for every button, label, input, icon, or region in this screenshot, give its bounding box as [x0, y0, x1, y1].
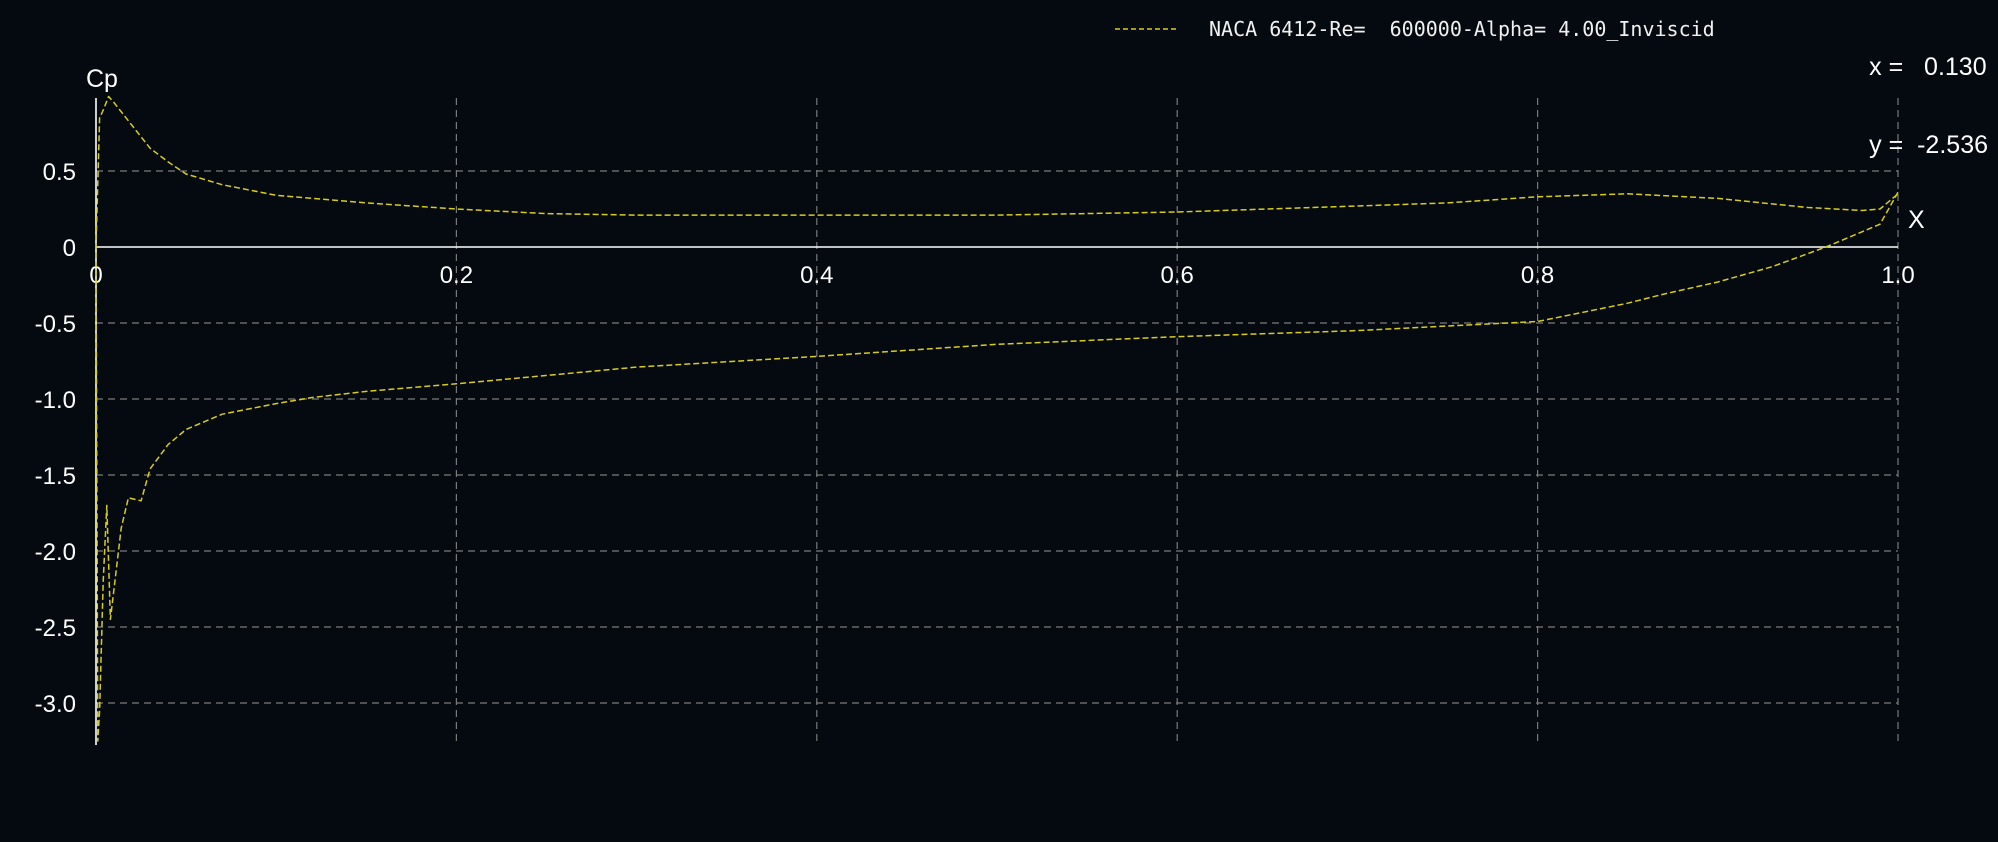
legend-label: NACA 6412-Re= 600000-Alpha= 4.00_Invisci… [1209, 17, 1715, 41]
x-tick-label: 0.8 [1521, 262, 1554, 289]
cp-series-line [95, 95, 1899, 742]
y-tick-label: 0.5 [43, 159, 76, 186]
y-tick-label: -1.5 [35, 463, 76, 490]
y-tick-label: -0.5 [35, 311, 76, 338]
legend: NACA 6412-Re= 600000-Alpha= 4.00_Invisci… [1115, 14, 1715, 44]
xfoil-cp-plot-window: 0 0.2 0.4 0.6 0.8 1.0 0.5 0 -0.5 -1.0 -1.5 -2.0 -2.5… [0, 0, 1998, 842]
y-tick-label: -2.5 [35, 615, 76, 642]
y-tick-label: -2.0 [35, 539, 76, 566]
x-tick-label: 0.2 [440, 262, 473, 289]
x-tick-label: 0.6 [1161, 262, 1194, 289]
x-axis-title: X [1908, 206, 1925, 234]
x-tick-label: 0.4 [800, 262, 833, 289]
y-tick-label: 0 [63, 235, 76, 262]
legend-swatch [1115, 28, 1177, 30]
y-tick-label: -3.0 [35, 691, 76, 718]
cursor-readout: x = 0.130 y = -2.536 [1869, 2, 1988, 210]
cursor-y-readout: y = -2.536 [1869, 131, 1988, 159]
cp-chart[interactable]: 0 0.2 0.4 0.6 0.8 1.00.50-0.5-1.0-1.5-2.0-2.5… [0, 0, 1998, 842]
y-axis-title: Cp [86, 65, 118, 93]
x-tick-label: 1.0 [1881, 262, 1914, 289]
cursor-x-readout: x = 0.130 [1869, 53, 1987, 81]
y-tick-label: -1.0 [35, 387, 76, 414]
